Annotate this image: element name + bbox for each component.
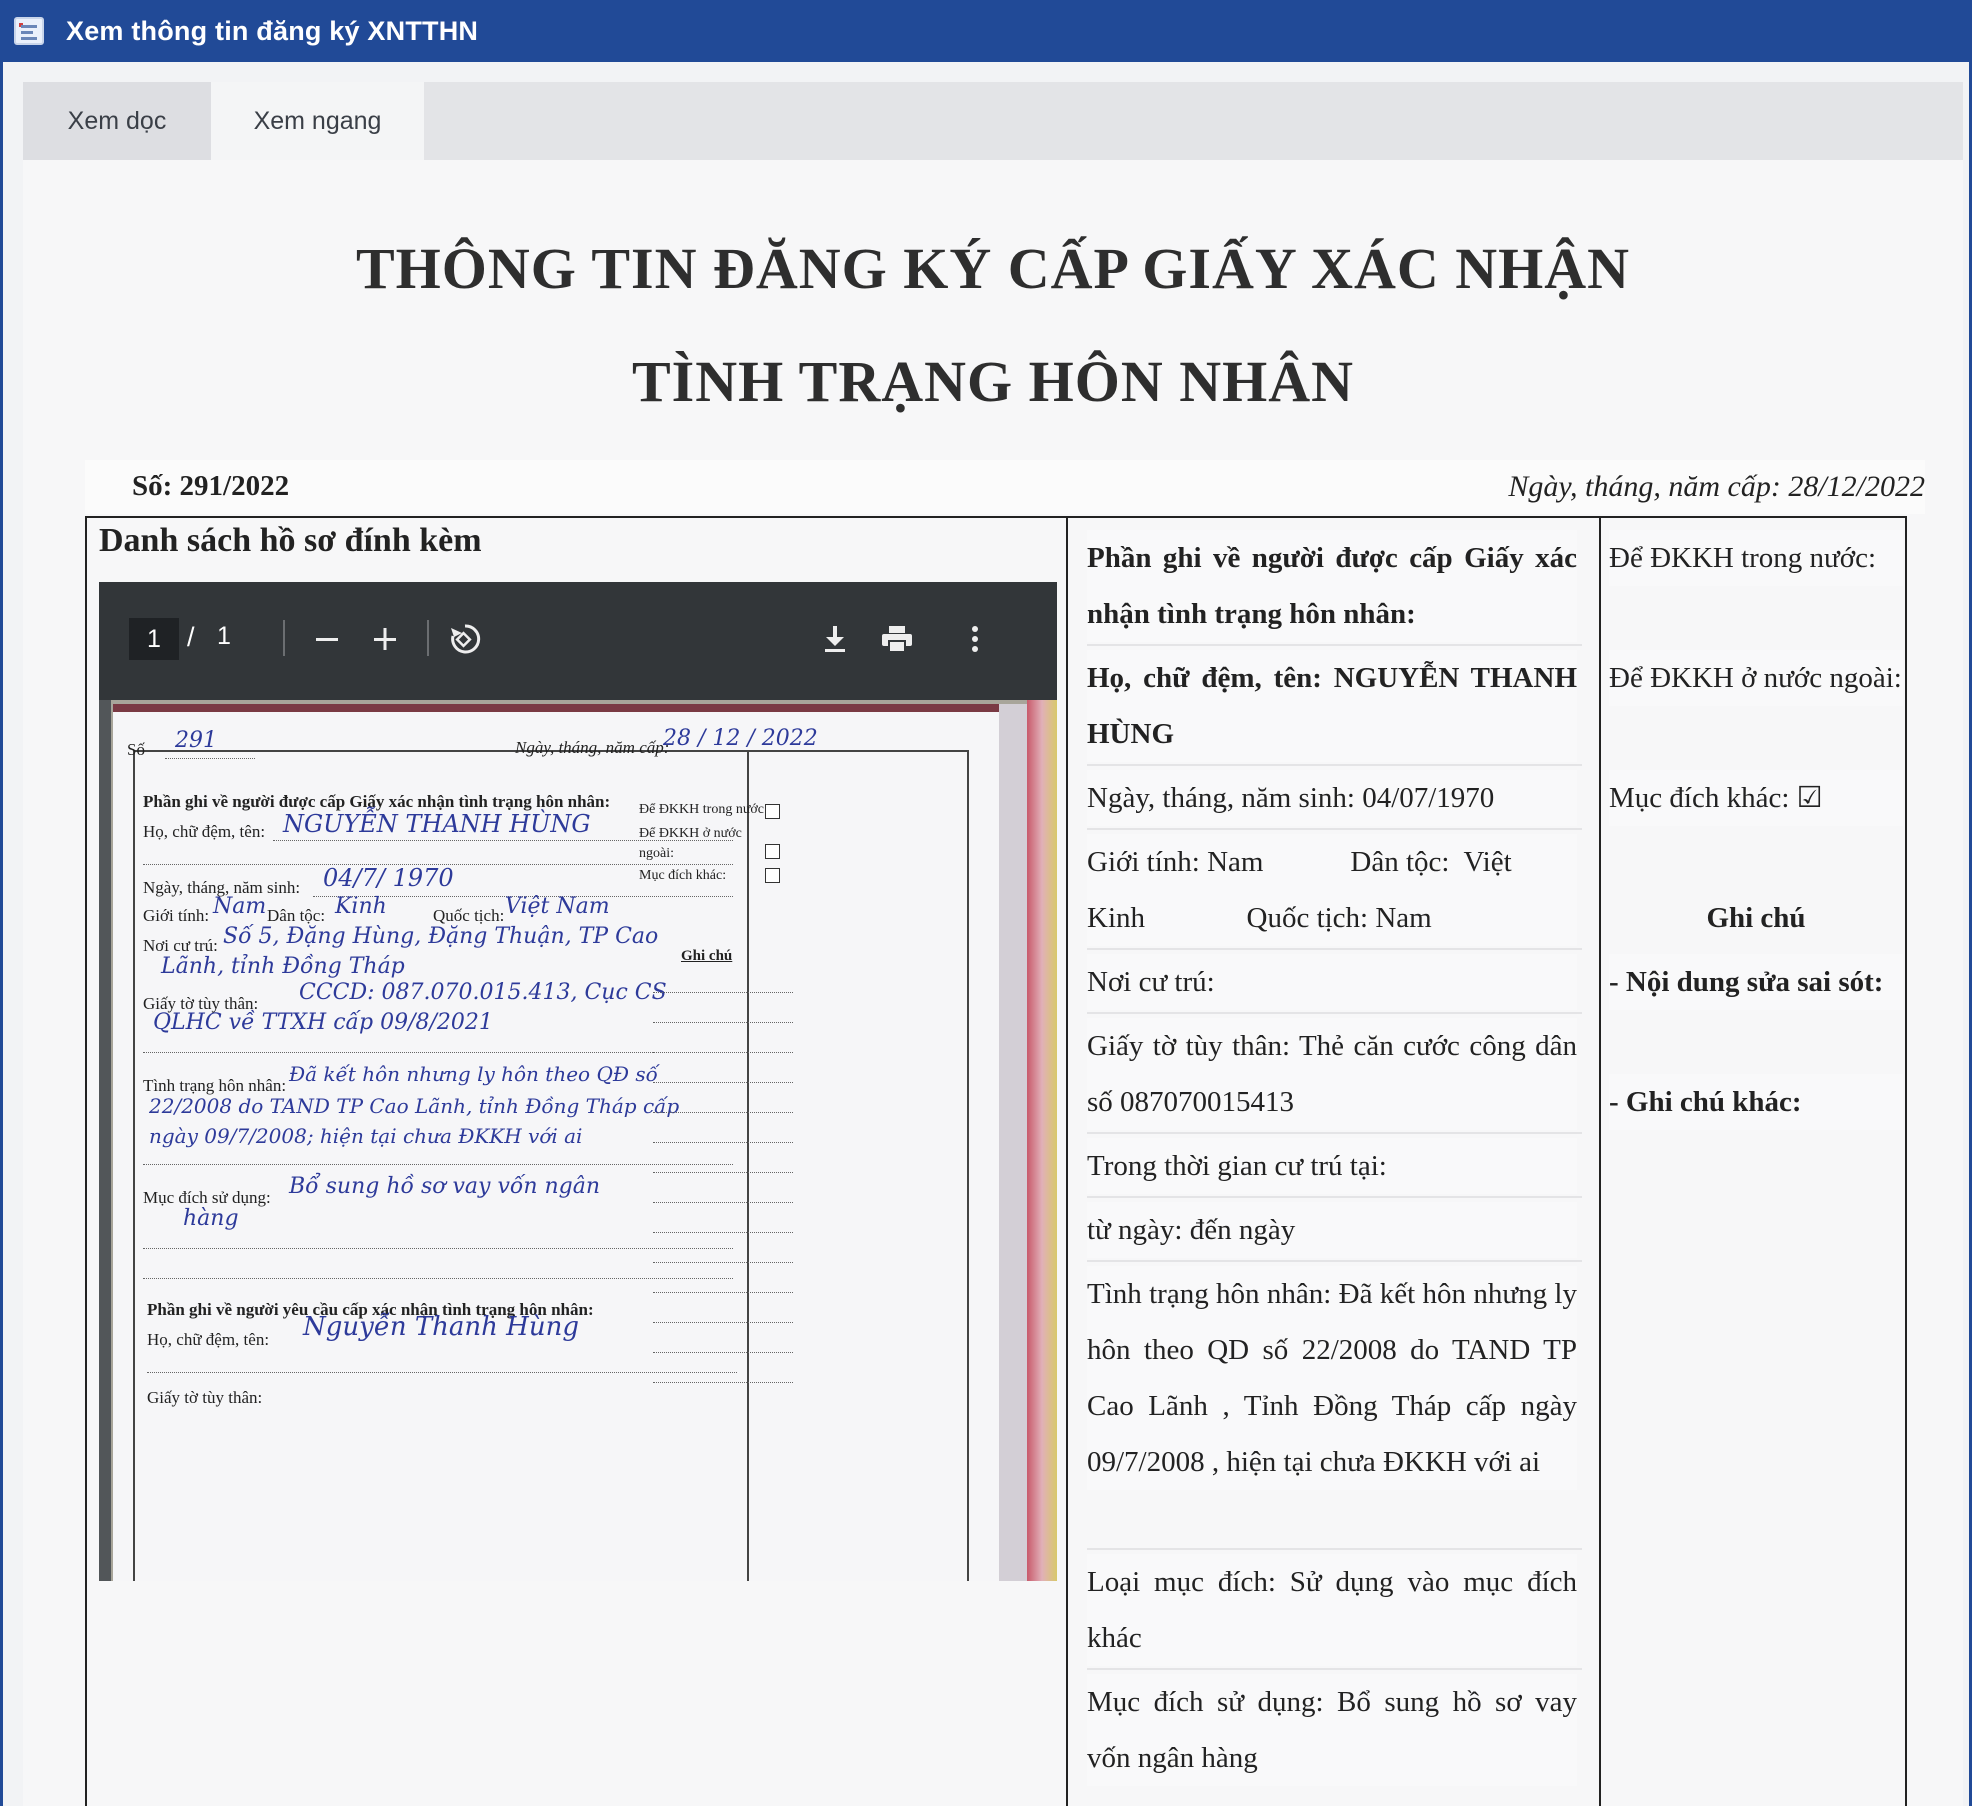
scan-section1: Phần ghi về người được cấp Giấy xác nhận… [143, 792, 611, 811]
scan-other-purpose: Mục đích khác: [639, 868, 727, 883]
scan-date-value: 28 / 12 / 2022 [663, 726, 818, 751]
scan-name-label: Họ, chữ đệm, tên: [143, 822, 266, 841]
zoom-out-icon[interactable] [303, 610, 351, 668]
scan-gender-value: Nam [213, 894, 267, 919]
section-title: Phần ghi về người được cấp Giấy xác nhận… [1087, 530, 1577, 642]
scan-req-name-value: Nguyễn Thanh Hùng [303, 1312, 579, 1342]
window-titlebar: Xem thông tin đăng ký XNTTHN [0, 0, 1972, 62]
view-tabs: Xem dọc Xem ngang [23, 82, 1963, 160]
scan-marital-line3: ngày 09/7/2008; hiện tại chưa ĐKKH với a… [149, 1124, 583, 1148]
scan-marital-label: Tình trạng hôn nhân: [143, 1076, 287, 1095]
field-gender-ethnic: Giới tính: Nam Dân tộc: Việt [1087, 834, 1577, 890]
scan-marital-line2: 22/2008 do TAND TP Cao Lãnh, tỉnh Đồng T… [149, 1094, 680, 1118]
window-title: Xem thông tin đăng ký XNTTHN [66, 15, 479, 46]
scan-nation-label: Quốc tịch: [433, 906, 505, 925]
page-number-input[interactable]: 1 [129, 618, 179, 660]
issue-date: Ngày, tháng, năm cấp: 28/12/2022 [1508, 470, 1925, 503]
scan-marital-line1: Đã kết hôn nhưng ly hôn theo QĐ số [289, 1062, 658, 1086]
scan-id-line1: CCCD: 087.070.015.413, Cục CS [299, 980, 667, 1005]
document-title-line1: THÔNG TIN ĐĂNG KÝ CẤP GIẤY XÁC NHẬN [355, 236, 1630, 301]
attachments-title: Danh sách hồ sơ đính kèm [99, 522, 482, 559]
field-dob: Ngày, tháng, năm sinh: 04/07/1970 [1087, 770, 1577, 826]
download-icon[interactable] [811, 610, 859, 668]
zoom-in-icon[interactable] [361, 610, 409, 668]
field-purpose-use: Mục đích sử dụng: Bổ sung hồ sơ vay vốn … [1087, 1674, 1577, 1786]
scan-ethnic-value: Kinh [335, 894, 387, 919]
scan-nation-value: Việt Nam [505, 894, 610, 919]
field-dkkh-abroad: Để ĐKKH ở nước ngoài: [1609, 650, 1903, 706]
scan-dob-value: 04/7/ 1970 [323, 864, 454, 892]
field-other-purpose: Mục đích khác: ☑ [1609, 770, 1903, 826]
scan-ethnic-label: Dân tộc: [267, 906, 326, 925]
field-residence: Nơi cư trú: [1087, 954, 1577, 1010]
page-total: 1 [217, 622, 231, 650]
window-frame: Xem dọc Xem ngang THÔNG TIN ĐĂNG KÝ CẤP … [0, 62, 1972, 1806]
scan-req-name-label: Họ, chữ đệm, tên: [147, 1330, 270, 1349]
field-ethnic-nationality: Kinh Quốc tịch: Nam [1087, 890, 1577, 946]
rotate-icon[interactable] [441, 610, 489, 668]
scan-purpose-line1: Bổ sung hồ sơ vay vốn ngân [289, 1174, 601, 1199]
scan-dkkh-in: Để ĐKKH trong nước: [639, 802, 768, 817]
field-purpose-type: Loại mục đích: Sử dụng vào mục đích khác [1087, 1554, 1577, 1666]
scan-purpose-line2: hàng [183, 1206, 239, 1231]
document-content: THÔNG TIN ĐĂNG KÝ CẤP GIẤY XÁC NHẬN TÌNH… [23, 160, 1963, 1806]
more-options-icon[interactable] [951, 610, 999, 668]
scan-id-line2: QLHC về TTXH cấp 09/8/2021 [153, 1010, 493, 1035]
scan-gender-label: Giới tính: [143, 906, 210, 925]
scan-so-value: 291 [175, 728, 217, 753]
pdf-viewer[interactable]: 1 / 1 Số 291 Ngày, tháng, năm cấp: 28 / … [99, 582, 1057, 1581]
scan-name-value: NGUYỄN THANH HÙNG [283, 810, 591, 838]
tab-horizontal-view[interactable]: Xem ngang [211, 82, 424, 160]
field-full-name: Họ, chữ đệm, tên: NGUYỄN THANH HÙNG [1087, 650, 1577, 762]
tab-vertical-view[interactable]: Xem dọc [23, 82, 211, 160]
notes-title: Ghi chú [1706, 902, 1806, 934]
scan-residence-line2: Lãnh, tỉnh Đồng Tháp [161, 954, 405, 979]
document-meta-row: Số: 291/2022 Ngày, tháng, năm cấp: 28/12… [85, 460, 1925, 514]
scanned-document-page: Số 291 Ngày, tháng, năm cấp: 28 / 12 / 2… [111, 700, 1057, 1581]
registration-number: Số: 291/2022 [132, 470, 290, 502]
document-title-line2: TÌNH TRẠNG HÔN NHÂN [631, 349, 1355, 414]
scan-purpose-label: Mục đích sử dụng: [143, 1188, 271, 1207]
print-icon[interactable] [873, 610, 921, 668]
scan-residence-line1: Số 5, Đặng Hùng, Đặng Thuận, TP Cao [223, 924, 659, 949]
scan-residence-label: Nơi cư trú: [143, 936, 218, 955]
field-correction-notes: - Nội dung sửa sai sót: [1609, 954, 1903, 1010]
field-id-document: Giấy tờ tùy thân: Thẻ căn cước công dân … [1087, 1018, 1577, 1130]
field-marital-status: Tình trạng hôn nhân: Đã kết hôn nhưng ly… [1087, 1266, 1577, 1490]
field-dkkh-domestic: Để ĐKKH trong nước: [1609, 530, 1903, 586]
info-table: Danh sách hồ sơ đính kèm 1 / 1 Số 291 Ng… [85, 516, 1907, 1806]
field-stay-period: Trong thời gian cư trú tại: [1087, 1138, 1577, 1194]
field-other-notes: - Ghi chú khác: [1609, 1074, 1903, 1130]
scan-so-label: Số [127, 740, 145, 759]
scan-ghichu-label: Ghi chú [681, 948, 733, 964]
page-separator: / [187, 622, 195, 652]
scan-dkkh-out: Để ĐKKH ở nước [639, 826, 742, 841]
scan-date-label: Ngày, tháng, năm cấp: [515, 738, 670, 757]
scan-dkkh-out2: ngoài: [639, 846, 674, 861]
pdf-toolbar: 1 / 1 [99, 582, 1057, 700]
scan-req-id-label: Giấy tờ tùy thân: [147, 1388, 263, 1407]
app-icon [14, 17, 44, 45]
field-from-to-date: từ ngày: đến ngày [1087, 1202, 1577, 1258]
